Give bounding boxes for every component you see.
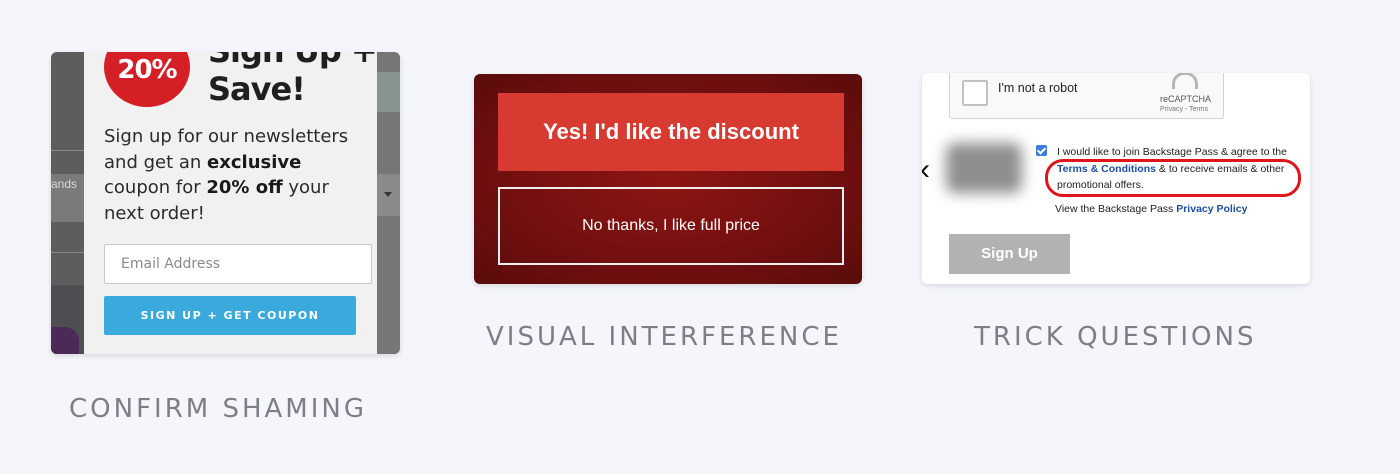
caption-trick-questions: TRICK QUESTIONS (974, 322, 1257, 352)
background-page-right (377, 52, 400, 354)
description-text: coupon for (104, 177, 207, 198)
signup-coupon-button[interactable]: SIGN UP + GET COUPON (104, 296, 356, 335)
email-field[interactable] (104, 244, 372, 284)
visual-interference-screenshot: Yes! I'd like the discount No thanks, I … (474, 74, 862, 284)
recaptcha-brand: reCAPTCHA (1160, 94, 1212, 104)
blurred-image (946, 143, 1022, 193)
recaptcha-widget: I'm not a robot reCAPTCHA Privacy - Term… (949, 73, 1224, 119)
caption-visual-interference: VISUAL INTERFERENCE (486, 322, 842, 352)
opt-in-text-start: I would like to join Backstage Pass & ag… (1057, 146, 1287, 158)
accept-discount-button[interactable]: Yes! I'd like the discount (498, 93, 844, 171)
background-text-fragment: rands (51, 177, 78, 191)
privacy-policy-link[interactable]: Privacy Policy (1176, 203, 1247, 215)
modal-description: Sign up for our newsletters and get an e… (104, 124, 372, 226)
decline-discount-button[interactable]: No thanks, I like full price (498, 187, 844, 265)
badge-text: 20% (117, 55, 177, 85)
privacy-line: View the Backstage Pass Privacy Policy (1055, 203, 1247, 215)
signup-button[interactable]: Sign Up (949, 234, 1070, 274)
cropped-logo-fragment: ‹ (922, 155, 930, 185)
opt-in-checkbox[interactable] (1036, 145, 1047, 156)
recaptcha-checkbox[interactable] (962, 80, 988, 106)
caption-confirm-shaming: CONFIRM SHAMING (69, 394, 367, 424)
modal-headline: Sign Up + Save! (208, 52, 378, 108)
recaptcha-logo-icon (1172, 73, 1198, 89)
highlight-ring (1045, 159, 1301, 197)
description-emphasis-exclusive: exclusive (207, 151, 302, 173)
discount-badge: 20% (104, 52, 190, 107)
recaptcha-label: I'm not a robot (998, 81, 1078, 95)
background-graphic (51, 327, 79, 354)
description-emphasis-discount: 20% off (206, 177, 283, 198)
confirm-shaming-screenshot: rands 20% Sign Up + Save! Sign up for ou… (51, 52, 400, 354)
privacy-text: View the Backstage Pass (1055, 203, 1177, 215)
background-page-left (51, 52, 84, 354)
trick-questions-screenshot: I'm not a robot reCAPTCHA Privacy - Term… (922, 73, 1310, 284)
signup-modal: 20% Sign Up + Save! Sign up for our news… (84, 52, 378, 354)
dropdown-caret-icon (384, 192, 392, 197)
recaptcha-links[interactable]: Privacy - Terms (1160, 106, 1208, 113)
